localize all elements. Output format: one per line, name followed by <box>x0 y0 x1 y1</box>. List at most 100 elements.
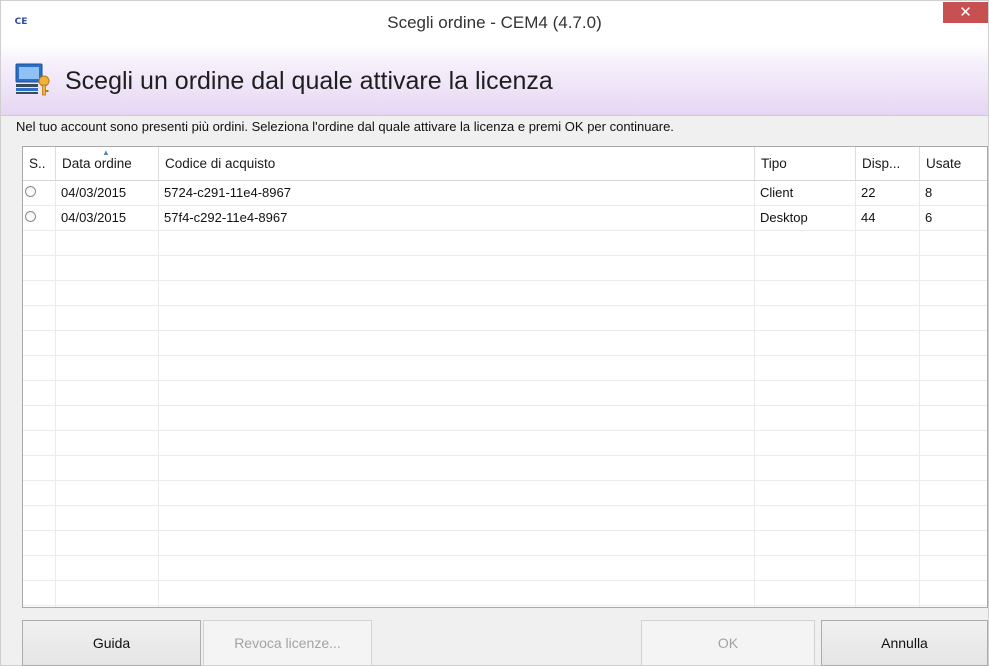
column-header-type[interactable]: Tipo <box>755 147 856 180</box>
table-row[interactable]: 04/03/2015 5724-c291-11e4-8967 Client 22… <box>23 181 987 206</box>
empty-row <box>23 581 987 606</box>
empty-cell <box>755 381 856 405</box>
empty-cell <box>56 231 159 255</box>
empty-cell <box>920 606 987 607</box>
empty-cell <box>856 356 920 380</box>
column-header-code[interactable]: Codice di acquisto <box>159 147 755 180</box>
empty-cell <box>755 456 856 480</box>
code-cell: 5724-c291-11e4-8967 <box>159 181 755 205</box>
select-cell <box>23 206 56 230</box>
empty-cell <box>920 406 987 430</box>
empty-cell <box>23 456 56 480</box>
empty-cell <box>755 306 856 330</box>
empty-cell <box>856 406 920 430</box>
used-cell: 8 <box>925 185 933 200</box>
computer-key-icon <box>15 63 50 96</box>
empty-cell <box>856 431 920 455</box>
empty-row <box>23 506 987 531</box>
empty-cell <box>159 331 755 355</box>
empty-cell <box>755 406 856 430</box>
empty-cell <box>159 531 755 555</box>
empty-cell <box>755 556 856 580</box>
empty-cell <box>755 581 856 605</box>
column-header-date[interactable]: ▲ Data ordine <box>56 147 159 180</box>
empty-cell <box>920 306 987 330</box>
type-cell: Client <box>755 181 856 205</box>
page-title: Scegli un ordine dal quale attivare la l… <box>65 67 553 95</box>
empty-cell <box>856 331 920 355</box>
code-cell: 57f4-c292-11e4-8967 <box>159 206 755 230</box>
header-band: Scegli un ordine dal quale attivare la l… <box>1 45 988 116</box>
empty-cell <box>23 481 56 505</box>
column-header-used[interactable]: Usate <box>920 147 987 180</box>
empty-cell <box>755 481 856 505</box>
empty-cell <box>159 231 755 255</box>
empty-cell <box>159 381 755 405</box>
empty-cell <box>56 531 159 555</box>
empty-cell <box>755 431 856 455</box>
empty-cell <box>159 456 755 480</box>
empty-cell <box>856 231 920 255</box>
ok-button[interactable]: OK <box>641 620 815 666</box>
empty-cell <box>56 331 159 355</box>
close-icon: ✕ <box>959 4 972 21</box>
empty-cell <box>856 581 920 605</box>
empty-cell <box>856 531 920 555</box>
used-cell: 6 <box>925 210 933 225</box>
empty-cell <box>755 506 856 530</box>
empty-cell <box>920 581 987 605</box>
empty-cell <box>159 281 755 305</box>
close-button[interactable]: ✕ <box>943 2 988 23</box>
empty-cell <box>56 381 159 405</box>
cancel-button[interactable]: Annulla <box>821 620 988 666</box>
empty-cell <box>23 606 56 607</box>
empty-row <box>23 231 987 256</box>
table-row[interactable]: 04/03/2015 57f4-c292-11e4-8967 Desktop 4… <box>23 206 987 231</box>
empty-cell <box>23 281 56 305</box>
empty-row <box>23 431 987 456</box>
orders-grid: S.. ▲ Data ordine Codice di acquisto Tip… <box>22 146 988 608</box>
select-cell <box>23 181 56 205</box>
empty-cell <box>920 556 987 580</box>
empty-cell <box>755 256 856 280</box>
empty-cell <box>920 381 987 405</box>
empty-cell <box>56 431 159 455</box>
empty-cell <box>755 356 856 380</box>
empty-cell <box>56 556 159 580</box>
empty-cell <box>920 456 987 480</box>
empty-cell <box>920 231 987 255</box>
column-header-available[interactable]: Disp... <box>856 147 920 180</box>
revoke-licenses-button[interactable]: Revoca licenze... <box>203 620 372 666</box>
empty-cell <box>159 256 755 280</box>
empty-cell <box>159 356 755 380</box>
empty-cell <box>920 256 987 280</box>
empty-cell <box>920 506 987 530</box>
empty-cell <box>23 581 56 605</box>
empty-cell <box>920 531 987 555</box>
title-bar[interactable]: CE Scegli ordine - CEM4 (4.7.0) ✕ <box>1 1 988 45</box>
empty-cell <box>56 506 159 530</box>
empty-row <box>23 381 987 406</box>
empty-cell <box>23 531 56 555</box>
empty-cell <box>755 231 856 255</box>
empty-cell <box>920 431 987 455</box>
empty-cell <box>856 506 920 530</box>
sort-ascending-icon: ▲ <box>102 148 110 157</box>
grid-rows: 04/03/2015 5724-c291-11e4-8967 Client 22… <box>23 181 987 607</box>
empty-cell <box>23 256 56 280</box>
empty-cell <box>920 281 987 305</box>
help-button[interactable]: Guida <box>22 620 201 666</box>
empty-cell <box>56 256 159 280</box>
empty-row <box>23 606 987 607</box>
row-radio-button[interactable] <box>25 186 36 197</box>
date-cell: 04/03/2015 <box>56 206 159 230</box>
column-header-select[interactable]: S.. <box>23 147 56 180</box>
row-radio-button[interactable] <box>25 211 36 222</box>
empty-cell <box>23 431 56 455</box>
empty-cell <box>920 481 987 505</box>
empty-cell <box>23 356 56 380</box>
available-cell: 22 <box>856 181 920 205</box>
empty-cell <box>23 406 56 430</box>
empty-cell <box>23 506 56 530</box>
empty-cell <box>23 306 56 330</box>
